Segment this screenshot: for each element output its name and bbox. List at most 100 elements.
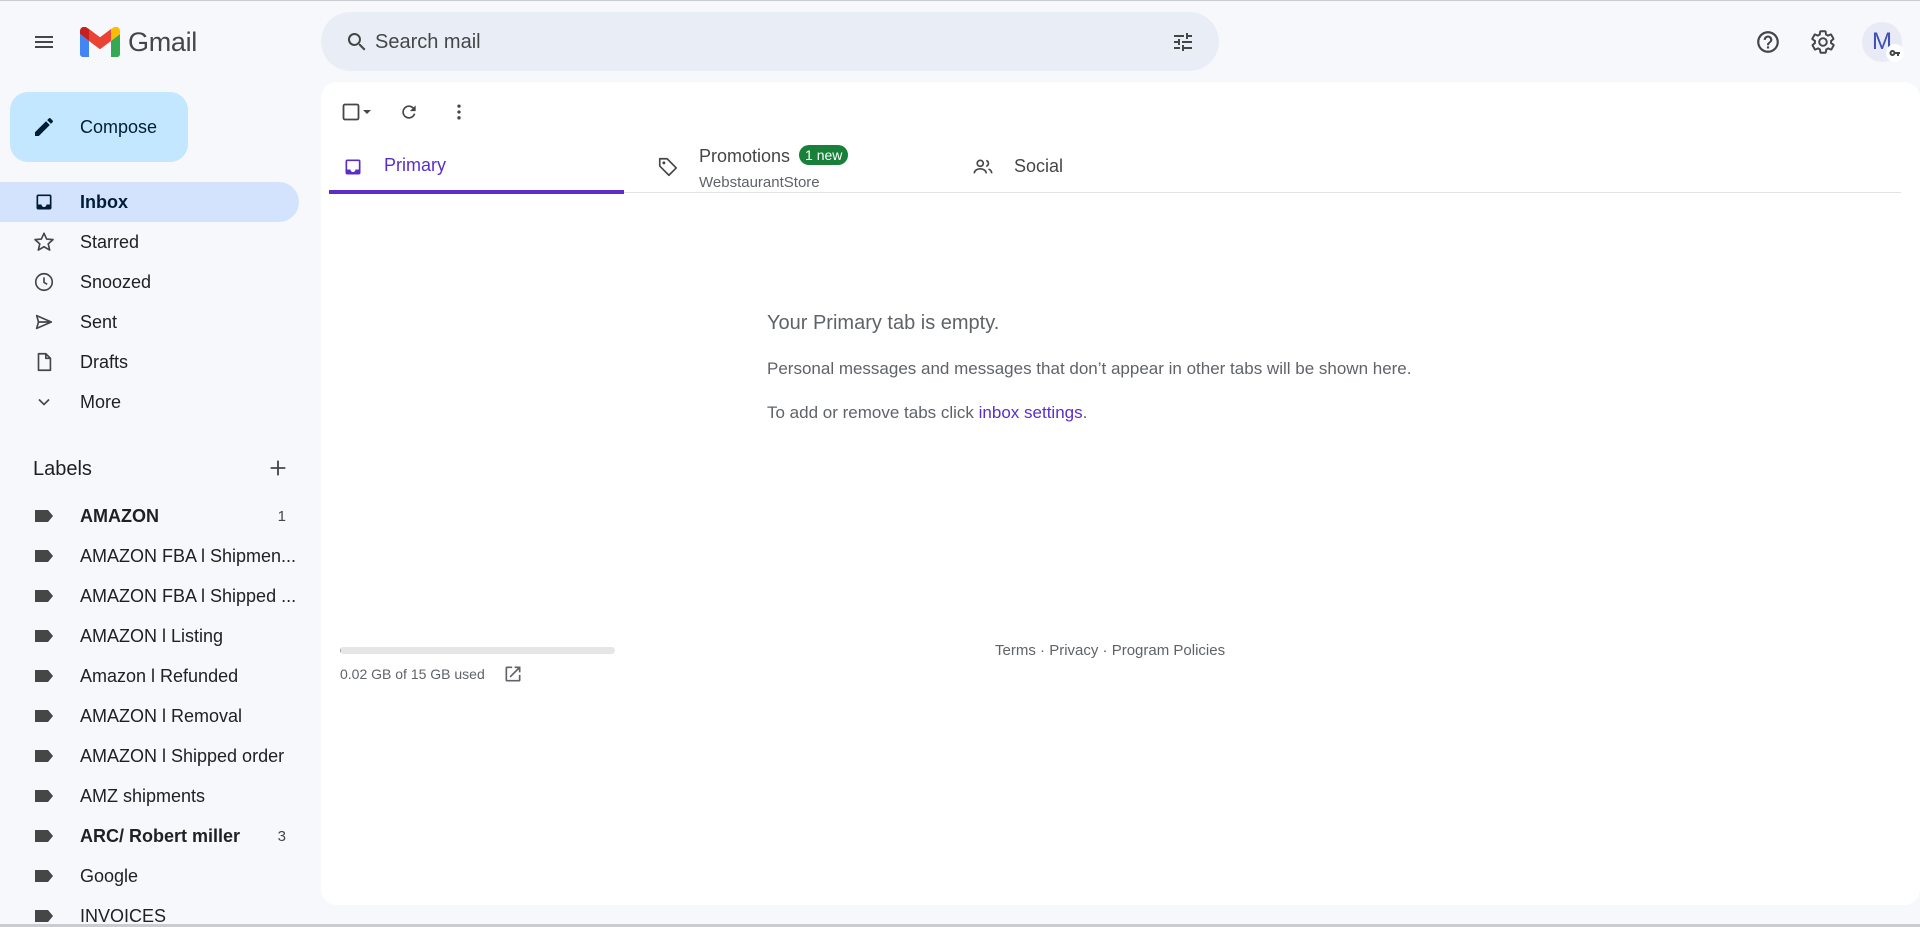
- label-name: Google: [80, 865, 139, 886]
- new-count-badge: 1 new: [799, 145, 849, 165]
- select-button[interactable]: [331, 92, 383, 132]
- inbox-icon: [32, 192, 56, 212]
- search-bar[interactable]: [321, 12, 1219, 71]
- toolbar: [331, 92, 479, 132]
- label-item[interactable]: AMZ shipments: [0, 776, 299, 816]
- privacy-link[interactable]: Privacy: [1049, 642, 1098, 659]
- label-name: AMAZON FBA l Shipped ...: [80, 585, 297, 606]
- people-icon: [971, 155, 995, 179]
- storage-usage-bar: [340, 647, 615, 654]
- tab-label: Promotions: [699, 146, 791, 166]
- gmail-m-icon: [80, 27, 120, 57]
- label-icon: [32, 866, 56, 886]
- sidebar-item-starred[interactable]: Starred: [0, 222, 299, 262]
- label-icon: [32, 666, 56, 686]
- label-item[interactable]: AMAZON FBA l Shipmen...: [0, 536, 299, 576]
- tab-label: Social: [1014, 156, 1064, 176]
- more-vert-icon: [457, 104, 461, 120]
- label-icon: [32, 906, 56, 924]
- label-item[interactable]: AMAZON l Removal: [0, 696, 299, 736]
- create-label-button[interactable]: [258, 448, 298, 488]
- label-name: AMAZON l Removal: [80, 705, 243, 726]
- tab-primary[interactable]: Primary: [329, 140, 624, 194]
- label-item[interactable]: Amazon l Refunded: [0, 656, 299, 696]
- category-tabs: Primary Promotions 1 new WebstaurantStore…: [329, 140, 1901, 194]
- label-icon: [32, 786, 56, 806]
- key-icon: [1889, 50, 1900, 56]
- storage-usage-text: 0.02 GB of 15 GB used: [340, 666, 485, 682]
- sidebar-item-label: Snoozed: [80, 271, 152, 292]
- footer-separator: ·: [1035, 642, 1050, 659]
- tab-social[interactable]: Social: [959, 140, 1254, 193]
- empty-state-settings-hint: To add or remove tabs click inbox settin…: [767, 403, 1087, 423]
- manage-storage-button[interactable]: [501, 662, 525, 686]
- sidebar-item-more[interactable]: More: [0, 382, 299, 422]
- hamburger-icon: [35, 36, 53, 48]
- inbox-settings-link[interactable]: inbox settings: [979, 403, 1083, 422]
- sidebar-item-drafts[interactable]: Drafts: [0, 342, 299, 382]
- label-icon: [32, 826, 56, 846]
- star-icon: [32, 232, 56, 252]
- label-item[interactable]: AMAZON 1: [0, 496, 299, 536]
- sidebar-nav: Inbox Starred Snoozed Sent Drafts More: [0, 182, 300, 422]
- label-name: AMAZON FBA l Shipmen...: [80, 545, 297, 566]
- sidebar-item-snoozed[interactable]: Snoozed: [0, 262, 299, 302]
- label-icon: [32, 586, 56, 606]
- tag-icon: [656, 155, 680, 179]
- search-options-button[interactable]: [1159, 18, 1207, 66]
- open-in-new-icon: [505, 666, 521, 682]
- support-button[interactable]: [1744, 18, 1792, 66]
- gmail-logo[interactable]: Gmail: [80, 24, 197, 60]
- empty-state-description: Personal messages and messages that don’…: [767, 359, 1412, 378]
- sidebar-item-label: Inbox: [80, 191, 128, 212]
- sidebar-item-label: Drafts: [80, 351, 129, 372]
- label-icon: [32, 626, 56, 646]
- search-icon: [347, 33, 366, 51]
- label-item[interactable]: INVOICES: [0, 896, 299, 924]
- hint-suffix: .: [1082, 403, 1088, 422]
- label-item[interactable]: ARC/ Robert miller 3: [0, 816, 299, 856]
- search-input[interactable]: [375, 24, 1135, 60]
- tab-label: Primary: [384, 154, 446, 175]
- more-actions-button[interactable]: [439, 92, 479, 132]
- settings-button[interactable]: [1799, 18, 1847, 66]
- label-icon: [32, 706, 56, 726]
- labels-heading: Labels: [33, 458, 92, 480]
- label-name: ARC/ Robert miller: [80, 825, 241, 846]
- chevron-down-icon: [32, 392, 56, 412]
- terms-link[interactable]: Terms: [995, 642, 1036, 659]
- label-item[interactable]: AMAZON FBA l Shipped ...: [0, 576, 299, 616]
- compose-label: Compose: [80, 117, 158, 137]
- label-item[interactable]: AMAZON l Listing: [0, 616, 299, 656]
- tune-icon: [1174, 33, 1192, 51]
- plus-icon: [270, 460, 286, 476]
- main-panel: Primary Promotions 1 new WebstaurantStore…: [321, 82, 1920, 905]
- sidebar-item-label: Starred: [80, 231, 140, 252]
- send-icon: [32, 312, 56, 332]
- search-button[interactable]: [333, 18, 381, 66]
- clock-icon: [32, 272, 56, 292]
- label-name: AMZ shipments: [80, 785, 206, 806]
- labels-list: AMAZON 1 AMAZON FBA l Shipmen... AMAZON …: [0, 496, 300, 924]
- tab-label-row: Promotions 1 new: [699, 145, 849, 167]
- label-icon: [32, 746, 56, 766]
- sidebar-item-inbox[interactable]: Inbox: [0, 182, 299, 222]
- gear-icon: [1811, 30, 1835, 54]
- program-policies-link[interactable]: Program Policies: [1112, 642, 1225, 659]
- sidebar-item-label: More: [80, 391, 122, 412]
- compose-button[interactable]: Compose: [10, 92, 188, 162]
- caret-down-icon: [363, 110, 371, 114]
- tab-sender-preview: WebstaurantStore: [699, 174, 820, 191]
- tab-promotions[interactable]: Promotions 1 new WebstaurantStore: [644, 140, 939, 193]
- label-item[interactable]: Google: [0, 856, 299, 896]
- label-name: AMAZON l Shipped order: [80, 745, 285, 766]
- main-menu-button[interactable]: [20, 18, 68, 66]
- footer-separator: ·: [1098, 642, 1112, 659]
- label-item[interactable]: AMAZON l Shipped order: [0, 736, 299, 776]
- sidebar-item-sent[interactable]: Sent: [0, 302, 299, 342]
- refresh-button[interactable]: [389, 92, 429, 132]
- hint-prefix: To add or remove tabs click: [767, 403, 979, 422]
- inbox-icon: [341, 155, 365, 179]
- gmail-wordmark: Gmail: [128, 26, 198, 57]
- label-count: 1: [277, 507, 286, 525]
